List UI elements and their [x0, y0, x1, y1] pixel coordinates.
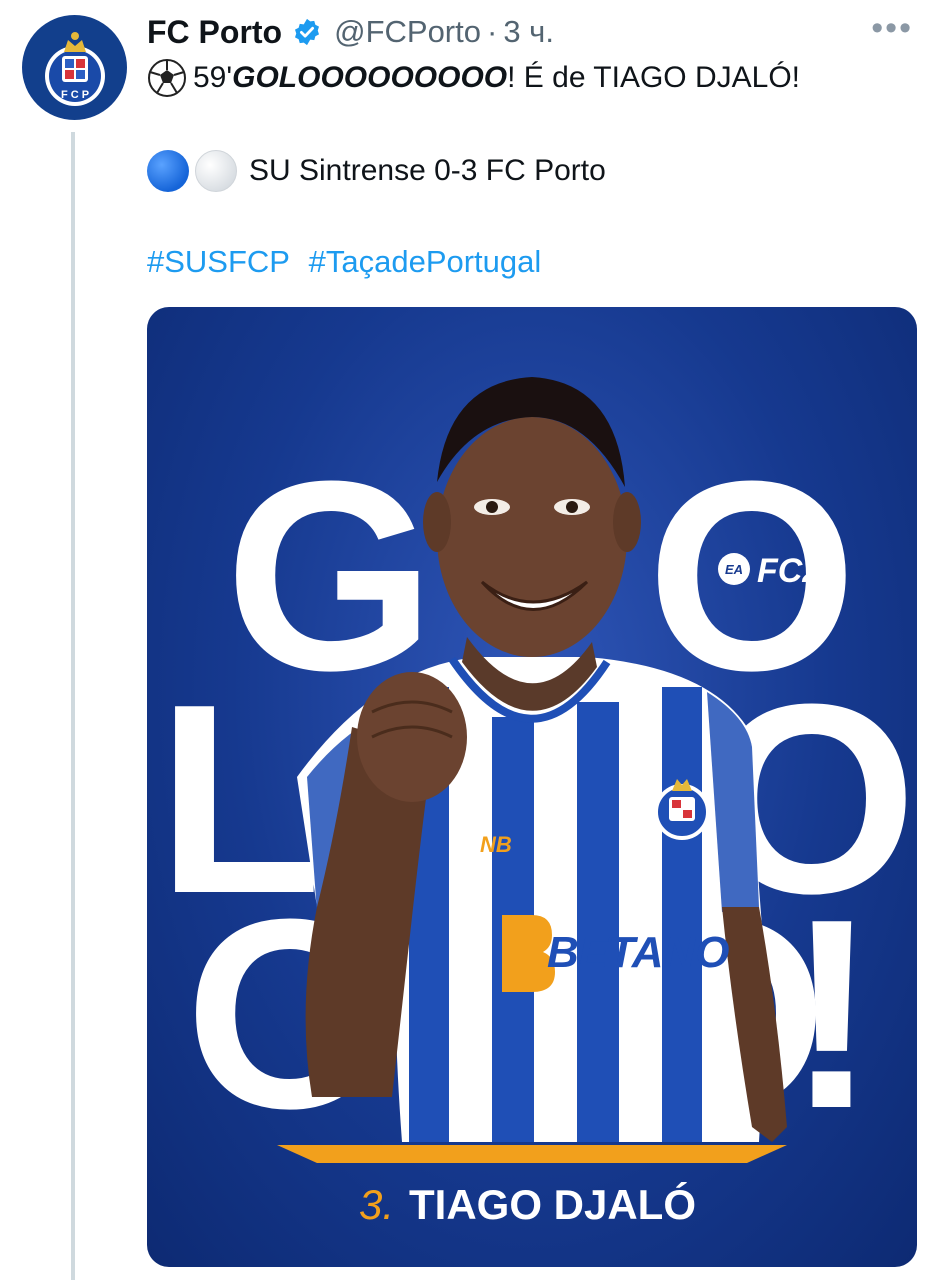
author-handle[interactable]: @FCPorto: [334, 14, 481, 50]
author-avatar[interactable]: F C P: [22, 15, 127, 120]
ea-logo-text: EA: [725, 562, 743, 577]
blue-circle-icon: [147, 150, 189, 192]
fcp-crest-icon: F C P: [44, 31, 105, 106]
player-caption: 3. TIAGO DJALÓ: [359, 1180, 696, 1228]
big-letter-exclamation: !: [787, 864, 877, 1165]
soccer-ball-icon: [147, 58, 187, 98]
brand-logo-text: FC25: [757, 552, 841, 590]
sponsor-text: BETANO: [547, 928, 730, 977]
hashtag-link[interactable]: #SUSFCP: [147, 244, 290, 279]
tweet-score-line: SU Sintrense 0-3 FC Porto: [147, 150, 606, 192]
player-name: TIAGO DJALÓ: [409, 1180, 696, 1228]
tweet-time[interactable]: 3 ч.: [503, 14, 554, 50]
svg-text:F C P: F C P: [60, 89, 88, 101]
verified-badge-icon[interactable]: [292, 17, 322, 47]
hashtags: #SUSFCP #TaçadePortugal: [147, 244, 551, 280]
white-circle-icon: [195, 150, 237, 192]
ea-fc25-logo: EA FC25: [718, 552, 841, 590]
name-accent-bar: [277, 1145, 787, 1163]
tweet-minute: 59': [193, 61, 233, 94]
tweet-media-image[interactable]: G O L O O O ! EA FC25: [147, 307, 917, 1267]
author-name[interactable]: FC Porto: [147, 14, 282, 51]
hashtag-link[interactable]: #TaçadePortugal: [309, 244, 542, 279]
player-number: 3.: [359, 1181, 394, 1228]
tweet-header: FC Porto @FCPorto · 3 ч.: [147, 12, 554, 52]
header-separator: ·: [486, 14, 498, 49]
tweet-scorer-text: ! É de TIAGO DJALÓ!: [507, 61, 801, 94]
thread-line: [71, 132, 75, 1280]
more-options-icon[interactable]: •••: [871, 11, 913, 45]
score-text: SU Sintrense 0-3 FC Porto: [249, 154, 606, 187]
svg-text:NB: NB: [480, 832, 512, 857]
tweet-text-line-1: 59' GOLOOOOOOOOO ! É de TIAGO DJALÓ!: [147, 58, 800, 98]
tweet-goal-word: GOLOOOOOOOOO: [232, 61, 508, 94]
